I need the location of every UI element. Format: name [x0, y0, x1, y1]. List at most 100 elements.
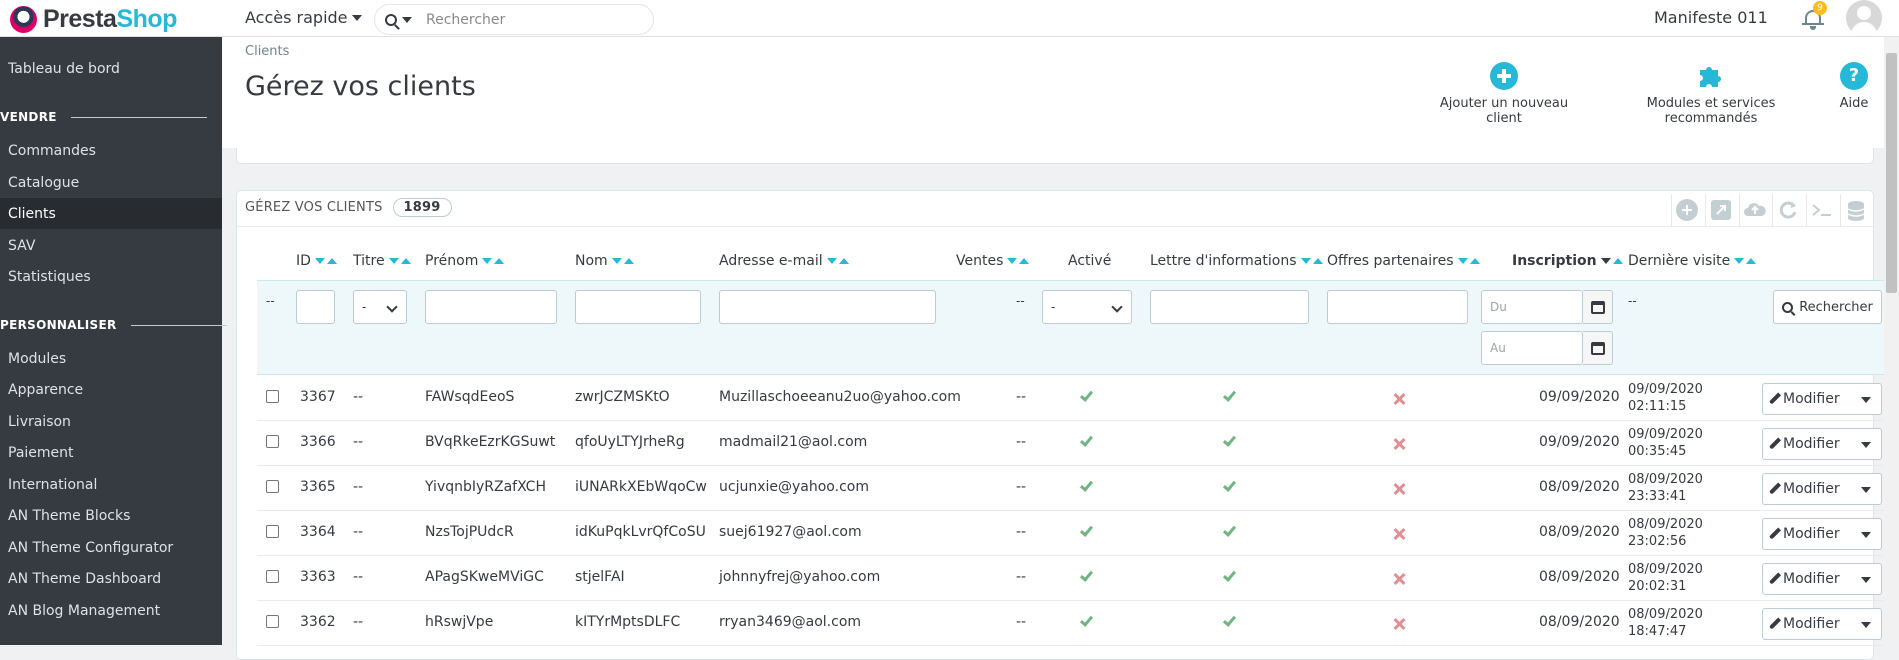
cell-id[interactable]: 3365 — [300, 479, 336, 495]
cell-last-visit[interactable]: 08/09/2020 23:33:41 — [1628, 471, 1703, 505]
sidebar-item-service[interactable]: SAV — [8, 238, 35, 254]
cell-date-add[interactable]: 08/09/2020 — [1539, 479, 1620, 495]
cloud-upload-icon[interactable] — [1743, 199, 1766, 221]
export-icon[interactable] — [1710, 199, 1732, 221]
caret-down-icon[interactable] — [402, 16, 412, 23]
sidebar-item-an-theme-dashboard[interactable]: AN Theme Dashboard — [8, 571, 161, 587]
sort-icon[interactable] — [1007, 258, 1030, 264]
cell-last-visit[interactable]: 08/09/2020 18:47:47 — [1628, 606, 1703, 640]
cross-icon[interactable] — [1393, 618, 1405, 630]
scrollbar-thumb[interactable] — [1886, 53, 1897, 293]
database-icon[interactable] — [1845, 199, 1867, 221]
caret-down-icon[interactable] — [1861, 531, 1871, 538]
sort-icon[interactable] — [826, 258, 849, 264]
cell-email[interactable]: Muzillaschoeeanu2uo@yahoo.com — [719, 389, 961, 405]
sidebar-item-an-theme-configurator[interactable]: AN Theme Configurator — [8, 540, 173, 556]
edit-button[interactable]: Modifier — [1762, 472, 1882, 505]
filter-id-input[interactable] — [296, 290, 335, 324]
edit-button[interactable]: Modifier — [1762, 517, 1882, 550]
caret-down-icon[interactable] — [1861, 486, 1871, 493]
edit-button[interactable]: Modifier — [1762, 382, 1882, 415]
filter-lastname-input[interactable] — [575, 290, 701, 324]
sidebar-item-an-blog-management[interactable]: AN Blog Management — [8, 603, 160, 619]
caret-down-icon[interactable] — [1861, 396, 1871, 403]
row-select-checkbox[interactable] — [266, 614, 279, 628]
filter-newsletter-input[interactable] — [1150, 290, 1309, 324]
col-title[interactable]: Titre — [353, 253, 411, 269]
search-input[interactable] — [424, 10, 624, 29]
sidebar-item-shipping[interactable]: Livraison — [8, 414, 71, 430]
row-select-checkbox[interactable] — [266, 389, 279, 403]
sidebar-item-payment[interactable]: Paiement — [8, 445, 74, 461]
breadcrumb[interactable]: Clients — [245, 44, 289, 59]
filter-email-input[interactable] — [719, 290, 936, 324]
quick-access-dropdown[interactable]: Accès rapide — [245, 8, 362, 27]
cell-title[interactable]: -- — [353, 614, 363, 630]
terminal-icon[interactable] — [1810, 199, 1832, 221]
cell-last-visit[interactable]: 09/09/2020 00:35:45 — [1628, 426, 1703, 460]
edit-button[interactable]: Modifier — [1762, 562, 1882, 595]
col-lastname[interactable]: Nom — [575, 253, 634, 269]
sort-icon[interactable] — [1734, 258, 1757, 264]
caret-down-icon[interactable] — [1861, 621, 1871, 628]
cell-last-visit[interactable]: 08/09/2020 23:02:56 — [1628, 516, 1703, 550]
cell-lastname[interactable]: idKuPqkLvrQfCoSU — [575, 524, 706, 540]
sort-icon[interactable] — [482, 258, 505, 264]
cell-date-add[interactable]: 09/09/2020 — [1539, 389, 1620, 405]
sort-icon[interactable] — [388, 258, 411, 264]
cell-title[interactable]: -- — [353, 479, 363, 495]
row-select-checkbox[interactable] — [266, 479, 279, 493]
col-email[interactable]: Adresse e-mail — [719, 253, 849, 269]
col-optin[interactable]: Offres partenaires — [1327, 253, 1480, 269]
cell-lastname[interactable]: qfoUyLTYJrheRg — [575, 434, 685, 450]
cell-email[interactable]: suej61927@aol.com — [719, 524, 862, 540]
sort-icon[interactable] — [611, 258, 634, 264]
cell-date-add[interactable]: 08/09/2020 — [1539, 524, 1620, 540]
cell-id[interactable]: 3363 — [300, 569, 336, 585]
cell-last-visit[interactable]: 09/09/2020 02:11:15 — [1628, 381, 1703, 415]
filter-title-select[interactable]: - — [353, 290, 407, 324]
cell-title[interactable]: -- — [353, 389, 363, 405]
cross-icon[interactable] — [1393, 528, 1405, 540]
sort-icon[interactable] — [1457, 258, 1480, 264]
cell-firstname[interactable]: NzsTojPUdcR — [425, 524, 514, 540]
cell-firstname[interactable]: YivqnbIyRZafXCH — [425, 479, 546, 495]
calendar-to-button[interactable] — [1583, 331, 1613, 365]
cell-email[interactable]: ucjunxie@yahoo.com — [719, 479, 869, 495]
cell-title[interactable]: -- — [353, 569, 363, 585]
help-button[interactable]: ? Aide — [1834, 62, 1874, 111]
cell-lastname[interactable]: zwrJCZMSKtO — [575, 389, 670, 405]
cell-lastname[interactable]: stjelFAI — [575, 569, 625, 585]
cell-id[interactable]: 3362 — [300, 614, 336, 630]
cell-id[interactable]: 3367 — [300, 389, 336, 405]
cross-icon[interactable] — [1393, 438, 1405, 450]
sidebar-item-appearance[interactable]: Apparence — [8, 382, 83, 398]
filter-active-select[interactable]: - — [1042, 290, 1132, 324]
shop-name-link[interactable]: Manifeste 011 — [1654, 8, 1768, 27]
cross-icon[interactable] — [1393, 483, 1405, 495]
col-id[interactable]: ID — [296, 253, 337, 269]
calendar-from-button[interactable] — [1583, 290, 1613, 324]
filter-date-to-input[interactable] — [1481, 331, 1583, 365]
add-new-icon[interactable] — [1676, 199, 1698, 221]
cell-email[interactable]: rryan3469@aol.com — [719, 614, 861, 630]
sidebar-item-customers[interactable]: Clients — [8, 206, 56, 222]
col-last-visit[interactable]: Dernière visite — [1628, 253, 1757, 269]
col-newsletter[interactable]: Lettre d'informations — [1150, 253, 1323, 269]
cell-id[interactable]: 3366 — [300, 434, 336, 450]
cell-lastname[interactable]: iUNARkXEbWqoCw — [575, 479, 707, 495]
recommended-modules-button[interactable]: Modules et services recommandés — [1600, 62, 1822, 126]
sidebar-item-orders[interactable]: Commandes — [8, 143, 96, 159]
prestashop-logo[interactable]: PrestaShop — [10, 4, 177, 34]
sidebar-item-catalog[interactable]: Catalogue — [8, 175, 79, 191]
cell-title[interactable]: -- — [353, 434, 363, 450]
cell-date-add[interactable]: 09/09/2020 — [1539, 434, 1620, 450]
col-firstname[interactable]: Prénom — [425, 253, 505, 269]
filter-date-from-input[interactable] — [1481, 290, 1583, 324]
cell-firstname[interactable]: BVqRkeEzrKGSuwt — [425, 434, 555, 450]
cell-title[interactable]: -- — [353, 524, 363, 540]
sort-icon[interactable] — [314, 258, 337, 264]
cell-id[interactable]: 3364 — [300, 524, 336, 540]
row-select-checkbox[interactable] — [266, 434, 279, 448]
cell-date-add[interactable]: 08/09/2020 — [1539, 614, 1620, 630]
